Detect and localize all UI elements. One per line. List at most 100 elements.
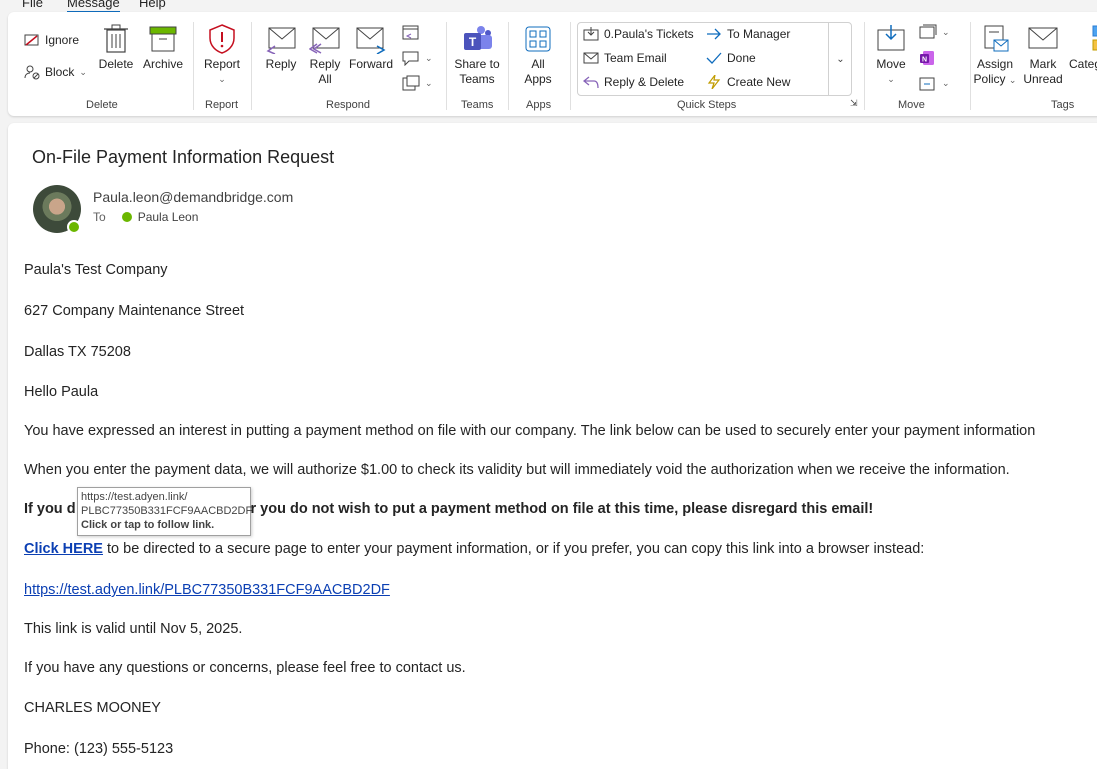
presence-available-icon <box>67 220 81 234</box>
move-button[interactable]: Move ⌄ <box>871 24 911 87</box>
archive-label: Archive <box>142 57 183 71</box>
quick-step-done[interactable]: Done <box>706 51 756 65</box>
reply-button[interactable]: Reply <box>261 24 301 72</box>
body-paragraph-3-end: , or you do not wish to put a payment me… <box>233 501 874 517</box>
all-apps-label-2: Apps <box>524 72 552 86</box>
forward-icon <box>356 27 386 54</box>
chat-reply-icon <box>402 51 419 66</box>
ignore-label: Ignore <box>45 33 80 47</box>
forward-button[interactable]: Forward <box>348 24 394 72</box>
share-to-teams-button[interactable]: T Share to Teams <box>450 24 504 87</box>
archive-button[interactable]: Archive <box>141 24 185 72</box>
ignore-icon <box>24 34 39 46</box>
body-paragraph-1: You have expressed an interest in puttin… <box>24 423 1036 439</box>
presence-dot-icon <box>121 212 132 222</box>
quick-step-to-manager[interactable]: To Manager <box>706 27 790 41</box>
move-group-label: Move <box>898 99 925 111</box>
divider <box>864 22 865 110</box>
delete-group-label: Delete <box>86 99 118 111</box>
assign-policy-button[interactable]: Assign Policy ⌄ <box>973 24 1017 88</box>
im-reply-button[interactable]: ⌄ <box>402 50 433 66</box>
forward-label: Forward <box>348 57 393 71</box>
quick-step-create-new[interactable]: Create New <box>706 75 790 89</box>
reply-all-button[interactable]: Reply All <box>305 24 345 87</box>
body-signature: CHARLES MOONEY <box>24 700 161 716</box>
svg-text:T: T <box>469 35 477 49</box>
teams-group-label: Teams <box>461 99 494 111</box>
ignore-button[interactable]: Ignore <box>24 33 79 47</box>
mark-label-1: Mark <box>1029 57 1057 71</box>
quick-step-team-email[interactable]: Team Email <box>583 51 667 65</box>
tooltip-url-line-1: https://test.adyen.link/ <box>81 491 188 503</box>
body-phone: Phone: (123) 555-5123 <box>24 741 174 757</box>
to-label: To <box>93 210 106 224</box>
reply-all-label-2: All <box>318 72 332 86</box>
mark-label-2: Unread <box>1023 72 1063 86</box>
delete-label: Delete <box>98 57 134 71</box>
chevron-down-icon: ⌄ <box>1008 75 1017 85</box>
quick-step-label: Create New <box>727 75 791 89</box>
quick-steps-more-button[interactable]: ⌄ <box>828 22 852 96</box>
quick-step-label: Done <box>727 51 756 65</box>
body-city: Dallas TX 75208 <box>24 344 131 360</box>
meeting-reply-button[interactable] <box>402 24 420 40</box>
report-label: Report <box>203 57 241 71</box>
assign-label-2: Policy <box>973 72 1006 86</box>
actions-icon <box>919 77 935 91</box>
mail-icon <box>583 52 599 64</box>
payment-link-line: https://test.adyen.link/PLBC77350B331FCF… <box>24 582 390 598</box>
divider <box>251 22 252 110</box>
payment-link[interactable]: https://test.adyen.link/PLBC77350B331FCF… <box>24 582 390 598</box>
chevron-down-icon: ⌄ <box>887 74 895 84</box>
chevron-down-icon: ⌄ <box>79 66 87 77</box>
mark-unread-icon <box>1028 27 1058 49</box>
rules-button[interactable]: ⌄ <box>919 24 950 40</box>
report-button[interactable]: Report ⌄ <box>200 24 244 87</box>
onenote-button[interactable]: N <box>919 50 935 66</box>
delete-button[interactable]: Delete <box>98 24 134 72</box>
assign-label-1: Assign <box>976 57 1014 71</box>
chevron-down-icon: ⌄ <box>218 74 226 84</box>
categorize-button[interactable]: Categ <box>1069 24 1097 72</box>
respond-group-label: Respond <box>326 99 371 111</box>
body-greeting: Hello Paula <box>24 384 99 400</box>
categorize-icon <box>1092 25 1097 51</box>
checkmark-icon <box>706 52 722 64</box>
sender-address[interactable]: Paula.leon@demandbridge.com <box>93 189 293 205</box>
recipient-name[interactable]: Paula Leon <box>138 210 199 224</box>
block-button[interactable]: Block ⌄ <box>24 64 87 80</box>
click-here-link[interactable]: Click HERE <box>24 541 103 557</box>
arrow-right-icon <box>707 28 721 40</box>
move-label: Move <box>876 57 906 71</box>
reply-icon <box>266 27 296 54</box>
actions-button[interactable]: ⌄ <box>919 75 950 91</box>
tab-help[interactable]: Help <box>139 0 166 10</box>
body-paragraph-4: Click HERE to be directed to a secure pa… <box>24 541 924 557</box>
quick-step-paulas-tickets[interactable]: 0.Paula's Tickets <box>583 27 694 41</box>
reply-label: Reply <box>265 57 297 71</box>
quick-step-label: 0.Paula's Tickets <box>604 27 694 41</box>
mark-unread-button[interactable]: Mark Unread <box>1021 24 1065 87</box>
reply-arrow-icon <box>583 76 599 89</box>
divider <box>193 22 194 110</box>
body-valid-until: This link is valid until Nov 5, 2025. <box>24 621 243 637</box>
divider <box>570 22 571 110</box>
to-row: To Paula Leon <box>93 210 198 224</box>
reply-all-label-1: Reply <box>309 57 341 71</box>
dialog-launcher-icon[interactable]: ⇲ <box>850 98 858 109</box>
move-folder-icon <box>877 25 905 51</box>
tab-message[interactable]: Message <box>67 0 120 12</box>
body-street: 627 Company Maintenance Street <box>24 303 245 319</box>
chevron-down-icon: ⌄ <box>942 77 950 88</box>
rules-icon <box>919 24 937 39</box>
chevron-down-icon: ⌄ <box>425 77 433 88</box>
tooltip-url-line-2: PLBC77350B331FCF9AACBD2DF <box>81 505 253 517</box>
body-company: Paula's Test Company <box>24 262 168 278</box>
report-shield-icon <box>209 24 235 54</box>
body-paragraph-4-rest: to be directed to a secure page to enter… <box>102 541 925 557</box>
categorize-label: Categ <box>1069 57 1097 71</box>
quick-step-reply-delete[interactable]: Reply & Delete <box>583 75 684 89</box>
more-respond-button[interactable]: ⌄ <box>402 75 433 91</box>
all-apps-button[interactable]: All Apps <box>516 24 560 87</box>
tab-file[interactable]: File <box>22 0 43 10</box>
